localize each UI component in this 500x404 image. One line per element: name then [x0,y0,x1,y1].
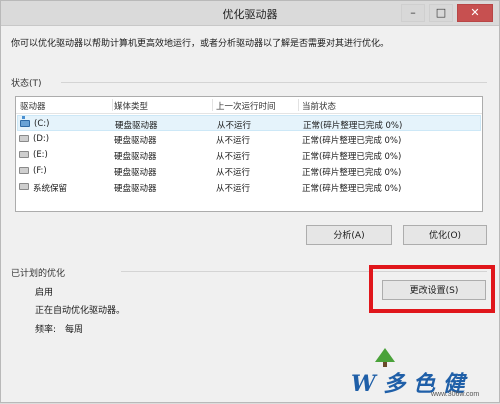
scheduled-optimization-label: 已计划的优化 [11,269,66,279]
drive-name: (F:) [33,166,47,176]
drive-name: 系统保留 [33,184,68,194]
highlight-annotation-box [369,265,495,313]
current-status: 正常(碎片整理已完成 0%) [302,152,402,162]
last-run: 从不运行 [216,136,251,146]
drive-icon [19,135,29,142]
column-header-drive[interactable]: 驱动器 [20,100,46,112]
drive-name: (D:) [33,134,50,144]
drives-table[interactable]: 驱动器 媒体类型 上一次运行时间 当前状态 (C:) 硬盘驱动器 从不运行 正常… [15,96,483,212]
drive-name: (E:) [33,150,48,160]
current-status: 正常(碎片整理已完成 0%) [302,168,402,178]
media-type: 硬盘驱动器 [114,184,157,194]
table-row-d[interactable]: (D:) 硬盘驱动器 从不运行 正常(碎片整理已完成 0%) [17,131,481,147]
media-type: 硬盘驱动器 [115,121,158,131]
close-button[interactable]: ✕ [457,4,493,22]
system-drive-icon [20,116,30,127]
column-separator [298,99,299,111]
last-run: 从不运行 [216,184,251,194]
schedule-running-text: 正在自动优化驱动器。 [35,306,126,316]
optimize-button[interactable]: 优化(O) [403,225,487,245]
drive-icon [19,183,29,190]
window-controls: – □ ✕ [401,4,493,22]
table-header: 驱动器 媒体类型 上一次运行时间 当前状态 [16,97,482,114]
media-type: 硬盘驱动器 [114,168,157,178]
media-type: 硬盘驱动器 [114,136,157,146]
drive-icon [19,167,29,174]
column-header-status[interactable]: 当前状态 [302,100,336,112]
table-row-system-reserved[interactable]: 系统保留 硬盘驱动器 从不运行 正常(碎片整理已完成 0%) [17,179,481,195]
column-header-last-run[interactable]: 上一次运行时间 [216,100,276,112]
table-row-e[interactable]: (E:) 硬盘驱动器 从不运行 正常(碎片整理已完成 0%) [17,147,481,163]
watermark-url: www.306w.com [431,391,480,398]
frequency-value: 每周 [65,325,84,335]
maximize-button[interactable]: □ [429,4,453,22]
table-row-f[interactable]: (F:) 硬盘驱动器 从不运行 正常(碎片整理已完成 0%) [17,163,481,179]
schedule-enabled-text: 启用 [35,288,54,298]
drive-name: (C:) [34,119,50,129]
last-run: 从不运行 [217,121,252,131]
minimize-button[interactable]: – [401,4,425,22]
title-bar[interactable]: 优化驱动器 – □ ✕ [1,1,499,26]
watermark: W 多 色 健 www.306w.com [341,346,500,404]
column-separator [112,99,113,111]
current-status: 正常(碎片整理已完成 0%) [303,121,403,131]
last-run: 从不运行 [216,152,251,162]
current-status: 正常(碎片整理已完成 0%) [302,136,402,146]
drive-icon [19,151,29,158]
frequency-label: 频率: [35,325,57,335]
column-separator [212,99,213,111]
tree-logo-icon [375,348,395,367]
optimize-drives-window: 优化驱动器 – □ ✕ 你可以优化驱动器以帮助计算机更高效地运行，或者分析驱动器… [0,0,500,403]
media-type: 硬盘驱动器 [114,152,157,162]
current-status: 正常(碎片整理已完成 0%) [302,184,402,194]
last-run: 从不运行 [216,168,251,178]
description-text: 你可以优化驱动器以帮助计算机更高效地运行，或者分析驱动器以了解是否需要对其进行优… [11,39,390,49]
column-header-media[interactable]: 媒体类型 [114,100,148,112]
table-row-c[interactable]: (C:) 硬盘驱动器 从不运行 正常(碎片整理已完成 0%) [17,115,481,131]
status-divider [61,82,487,83]
analyze-button[interactable]: 分析(A) [306,225,392,245]
status-label: 状态(T) [11,79,42,89]
